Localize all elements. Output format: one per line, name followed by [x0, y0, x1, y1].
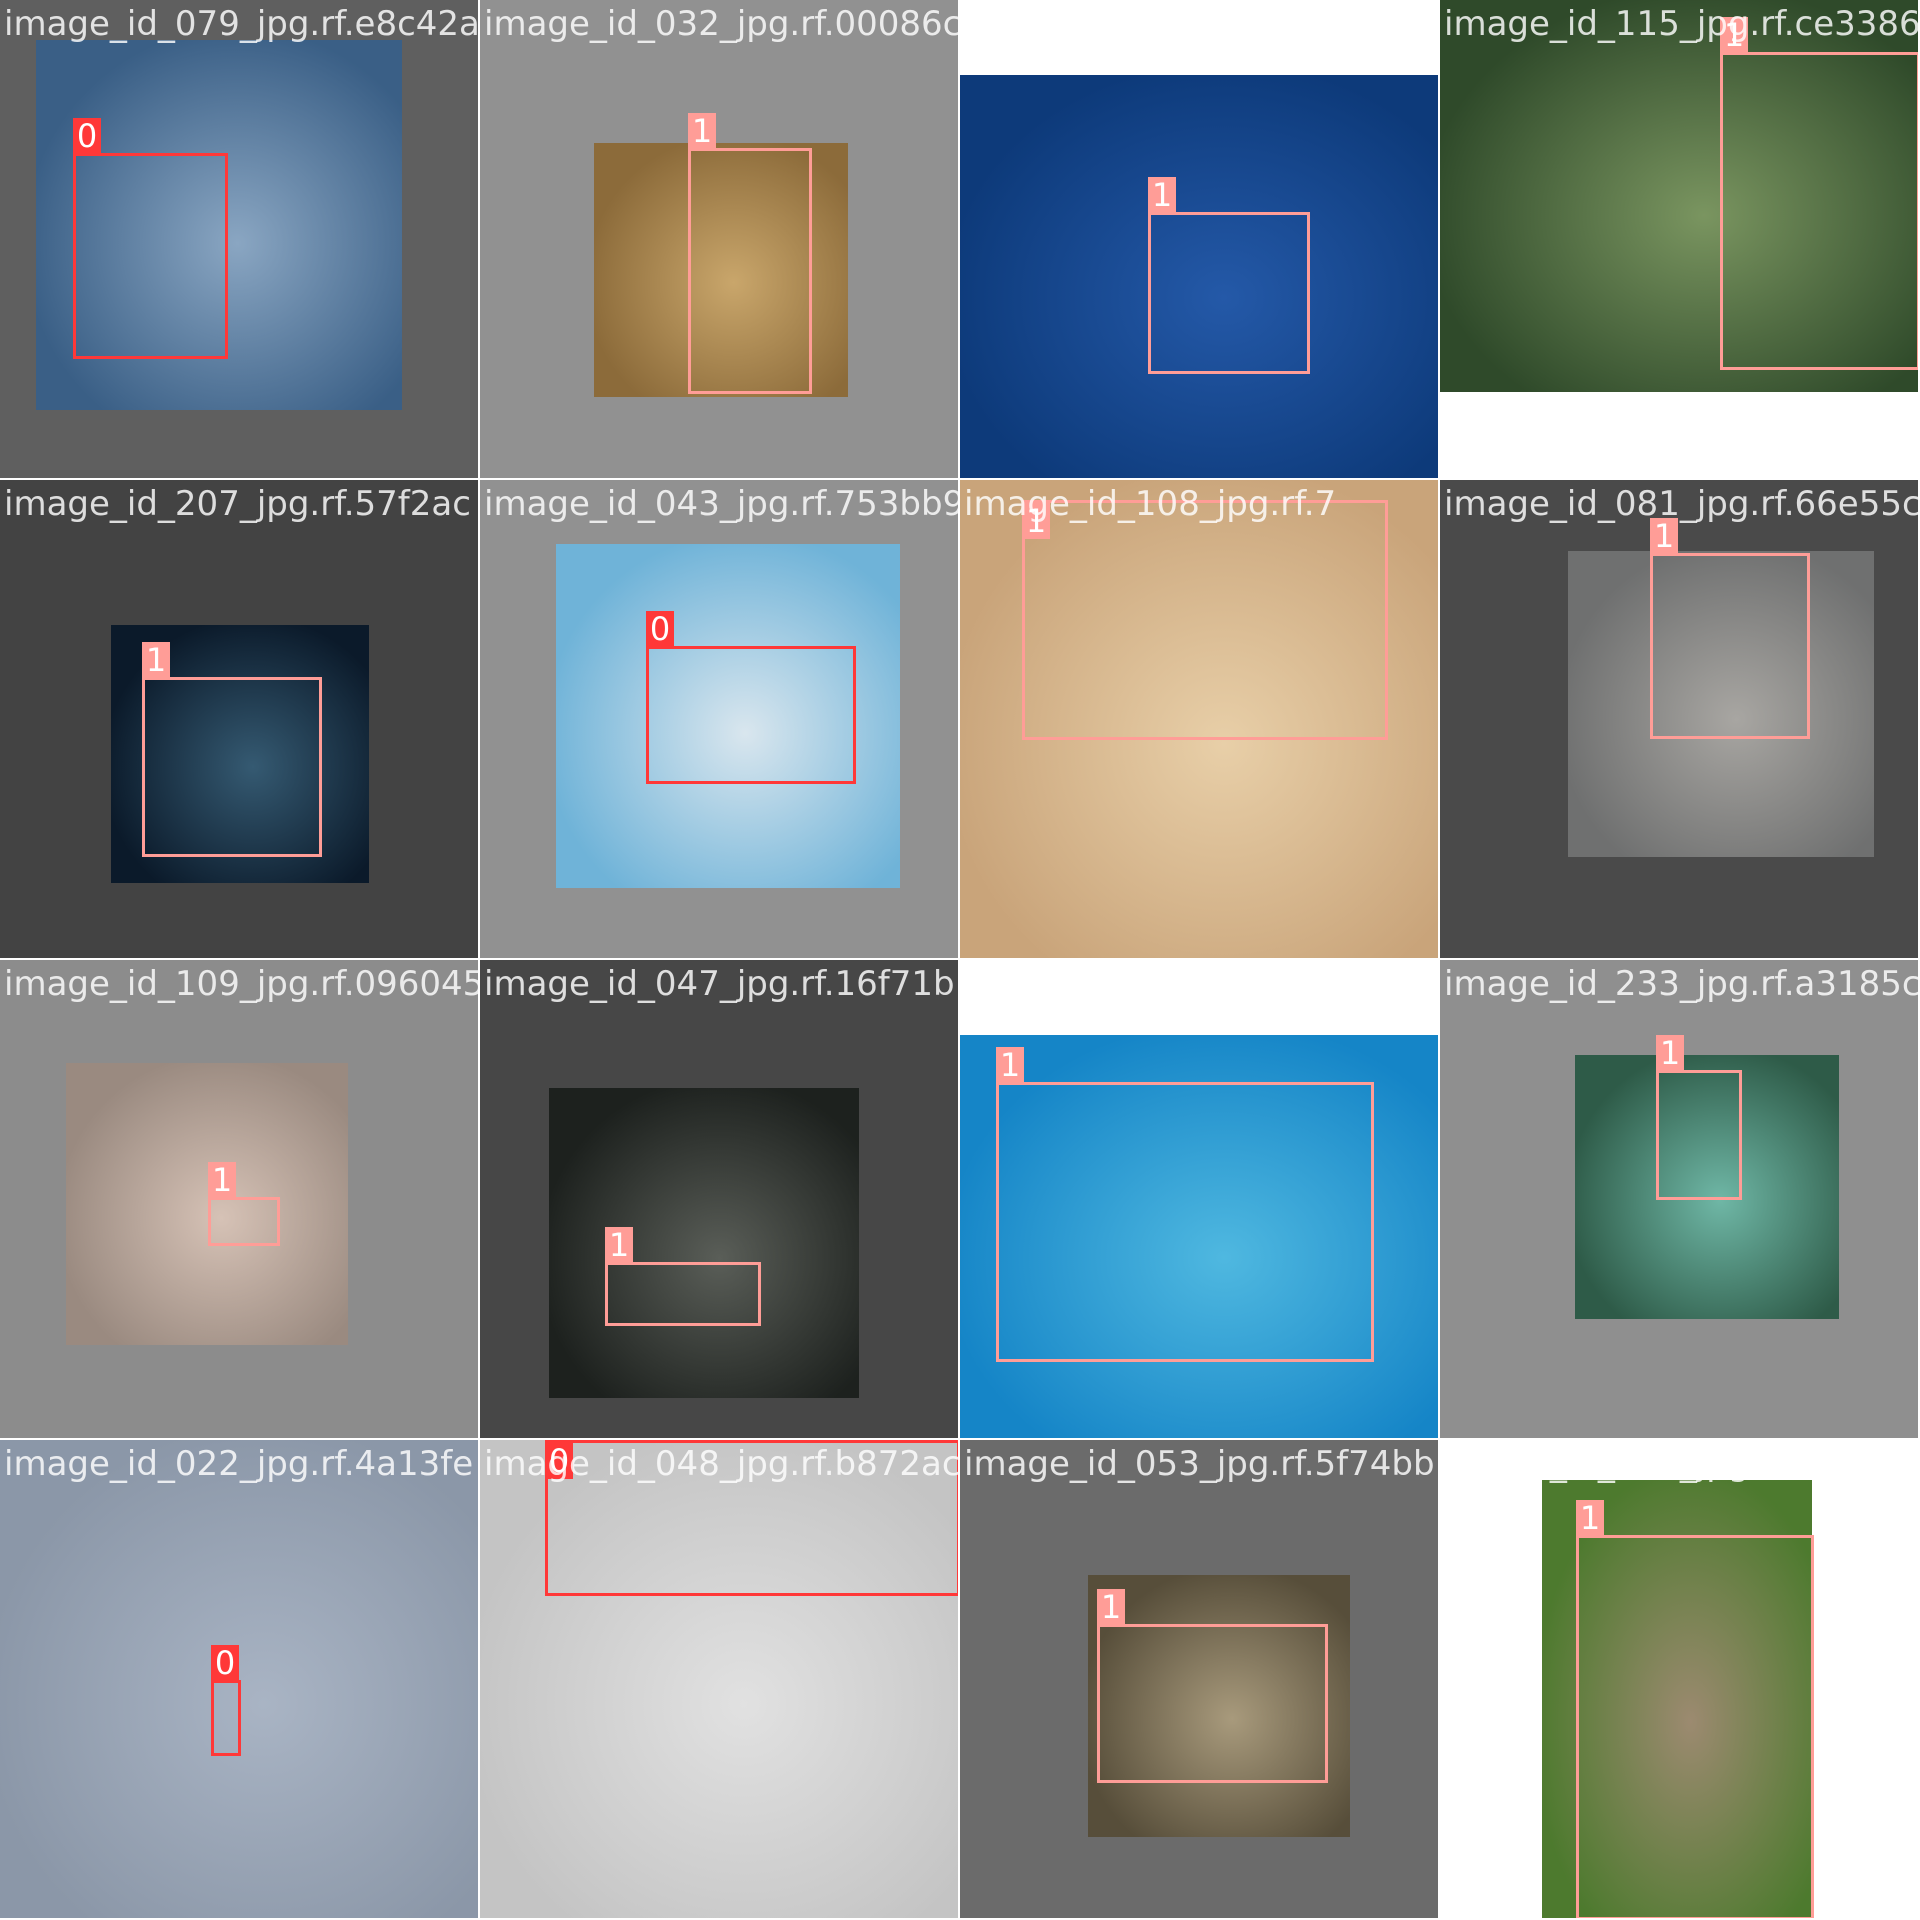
photo [549, 1088, 859, 1398]
mosaic-tile: 0 image_id_048_jpg.rf.b872ac [480, 1440, 960, 1920]
mosaic-tile: 1 image_id_233_jpg.rf.a3185c [1440, 960, 1920, 1440]
class-label: 1 [142, 642, 170, 678]
class-label: 1 [1656, 1035, 1684, 1071]
detection-mosaic: 0 image_id_079_jpg.rf.e8c42a 1 image_id_032… [0, 0, 1920, 1920]
photo [66, 1063, 348, 1345]
class-label: 1 [1022, 503, 1050, 539]
class-label: 1 [1650, 518, 1678, 554]
class-label: 1 [1148, 177, 1176, 213]
mosaic-tile: 1 image_id_187_jpg.rf.39356f [1440, 1440, 1920, 1920]
mosaic-tile: 1 image_id_115_jpg.rf.ce3386 [1440, 0, 1920, 480]
bounding-box: 1 [208, 1162, 280, 1246]
bounding-box: 1 [605, 1227, 761, 1326]
bounding-box: 1 [142, 642, 322, 857]
image-filename: image_id_207_jpg.rf.57f2ac [4, 484, 471, 524]
mosaic-tile: 1 image_id_190_jpg.rf.40722b [960, 960, 1440, 1440]
class-label: 0 [545, 1443, 573, 1479]
bounding-box: 1 [1022, 500, 1388, 740]
mosaic-tile: 1 image_id_108_jpg.rf.7 [960, 480, 1440, 960]
mosaic-tile: 1 image_id_257_jpg.rf.e52d47 [960, 0, 1440, 480]
class-label: 1 [208, 1162, 236, 1198]
class-label: 1 [688, 113, 716, 149]
image-filename: image_id_233_jpg.rf.a3185c [1444, 964, 1920, 1004]
image-filename: image_id_109_jpg.rf.096045 [4, 964, 480, 1004]
image-filename: image_id_032_jpg.rf.00086c [484, 4, 960, 44]
class-label: 1 [1576, 1500, 1604, 1536]
mosaic-tile: 0 image_id_079_jpg.rf.e8c42a [0, 0, 480, 480]
mosaic-tile: 1 image_id_109_jpg.rf.096045 [0, 960, 480, 1440]
mosaic-tile: 1 image_id_207_jpg.rf.57f2ac [0, 480, 480, 960]
image-filename: image_id_047_jpg.rf.16f71b [484, 964, 955, 1004]
bounding-box: 0 [646, 611, 856, 784]
bounding-box: 1 [996, 1047, 1374, 1362]
image-filename: image_id_079_jpg.rf.e8c42a [4, 4, 480, 44]
image-filename: image_id_187_jpg.rf.39356f [1444, 1444, 1915, 1484]
bounding-box: 0 [73, 118, 228, 359]
class-label: 0 [211, 1645, 239, 1681]
mosaic-tile: 1 image_id_047_jpg.rf.16f71b [480, 960, 960, 1440]
class-label: 0 [73, 118, 101, 154]
bounding-box: 0 [545, 1440, 958, 1596]
bounding-box: 1 [1650, 518, 1810, 739]
bounding-box: 0 [211, 1645, 241, 1756]
bounding-box: 1 [1720, 17, 1918, 370]
class-label: 0 [646, 611, 674, 647]
mosaic-tile: 0 image_id_022_jpg.rf.4a13fe [0, 1440, 480, 1920]
bounding-box: 1 [1656, 1035, 1742, 1200]
mosaic-tile: 1 image_id_053_jpg.rf.5f74bb [960, 1440, 1440, 1920]
bounding-box: 1 [688, 113, 812, 394]
class-label: 1 [996, 1047, 1024, 1083]
class-label: 1 [1097, 1589, 1125, 1625]
image-filename: image_id_043_jpg.rf.753bb9 [484, 484, 960, 524]
class-label: 1 [1720, 17, 1748, 53]
bounding-box: 1 [1576, 1500, 1814, 1918]
image-filename: image_id_190_jpg.rf.40722b [964, 964, 1440, 1004]
bounding-box: 1 [1097, 1589, 1328, 1783]
bounding-box: 1 [1148, 177, 1310, 374]
mosaic-tile: 1 image_id_081_jpg.rf.66e55c [1440, 480, 1920, 960]
image-filename: image_id_257_jpg.rf.e52d47 [964, 4, 1440, 44]
image-filename: image_id_053_jpg.rf.5f74bb [964, 1444, 1435, 1484]
image-filename: image_id_081_jpg.rf.66e55c [1444, 484, 1920, 524]
mosaic-tile: 1 image_id_032_jpg.rf.00086c [480, 0, 960, 480]
class-label: 1 [605, 1227, 633, 1263]
mosaic-tile: 0 image_id_043_jpg.rf.753bb9 [480, 480, 960, 960]
